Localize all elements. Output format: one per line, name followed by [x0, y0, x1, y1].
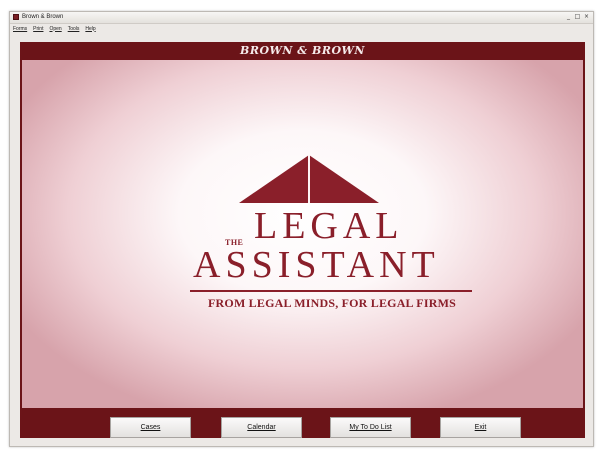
firm-title: BROWN & BROWN — [240, 44, 365, 57]
todo-list-button[interactable]: My To Do List — [330, 417, 411, 438]
pediment-icon — [239, 155, 379, 203]
logo-tagline: FROM LEGAL MINDS, FOR LEGAL FIRMS — [208, 296, 456, 310]
close-button[interactable]: × — [583, 13, 590, 21]
menu-forms[interactable]: Forms — [13, 25, 27, 34]
button-bar: Cases Calendar My To Do List Exit — [20, 410, 585, 441]
minimize-button[interactable]: _ — [565, 13, 572, 21]
maximize-button[interactable]: □ — [574, 13, 581, 21]
main-content: BROWN & BROWN THE LEGAL ASSISTANT FROM L… — [20, 42, 585, 441]
cases-button[interactable]: Cases — [110, 417, 191, 438]
menu-open[interactable]: Open — [49, 25, 61, 34]
header-band: BROWN & BROWN — [20, 42, 585, 59]
app-window: Brown & Brown _ □ × Forms Print Open Too… — [9, 11, 594, 447]
logo-legal: LEGAL — [254, 205, 404, 247]
window-controls: _ □ × — [565, 13, 590, 21]
logo-divider — [190, 290, 472, 292]
menu-help[interactable]: Help — [85, 25, 95, 34]
app-icon — [13, 14, 19, 20]
exit-button[interactable]: Exit — [440, 417, 521, 438]
status-bar — [10, 438, 593, 446]
logo-assistant: ASSISTANT — [193, 244, 440, 286]
legal-assistant-logo: THE LEGAL ASSISTANT FROM LEGAL MINDS, FO… — [182, 138, 472, 310]
splash-canvas: THE LEGAL ASSISTANT FROM LEGAL MINDS, FO… — [22, 60, 583, 408]
window-title: Brown & Brown — [22, 14, 64, 20]
menu-bar: Forms Print Open Tools Help — [10, 24, 593, 34]
title-bar[interactable]: Brown & Brown _ □ × — [10, 12, 593, 24]
calendar-button[interactable]: Calendar — [221, 417, 302, 438]
menu-print[interactable]: Print — [33, 25, 43, 34]
menu-tools[interactable]: Tools — [68, 25, 80, 34]
